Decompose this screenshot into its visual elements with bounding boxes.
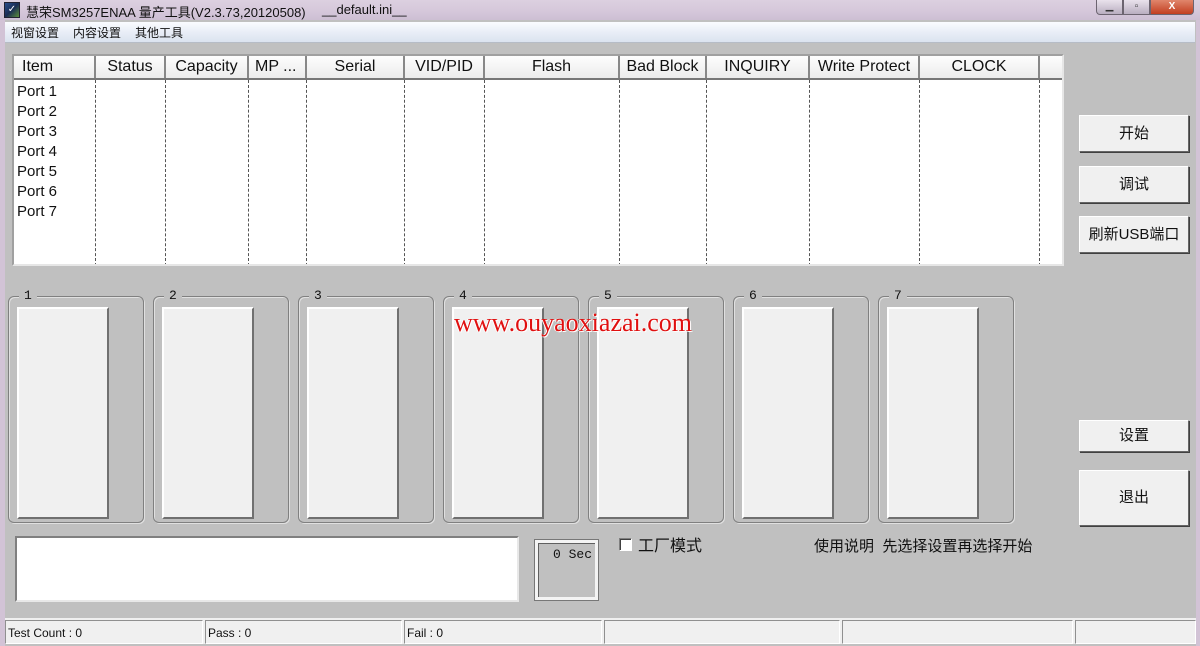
window-frame-left: [0, 20, 5, 646]
close-button[interactable]: X: [1150, 0, 1194, 15]
port-group-7: 7: [878, 288, 1014, 523]
column-header-capacity[interactable]: Capacity: [166, 56, 249, 78]
app-icon: ✓: [4, 2, 20, 18]
title-bar: ✓ 慧荣SM3257ENAA 量产工具(V2.3.73,20120508) __…: [0, 0, 1200, 20]
debug-button[interactable]: 调试: [1079, 166, 1189, 203]
list-header: Item Status Capacity MP ... Serial VID/P…: [14, 56, 1062, 80]
minimize-icon: ▁: [1105, 1, 1114, 12]
grid-line: [306, 80, 307, 264]
port-group-3: 3: [298, 288, 434, 523]
column-header-write-protect[interactable]: Write Protect: [810, 56, 920, 78]
port-status-panel: [162, 307, 254, 519]
list-row-port-5[interactable]: Port 5: [17, 162, 57, 182]
exit-button[interactable]: 退出: [1079, 470, 1189, 526]
grid-line: [919, 80, 920, 264]
grid-line: [95, 80, 96, 264]
column-header-status[interactable]: Status: [96, 56, 166, 78]
window-frame-right: [1196, 20, 1200, 646]
column-header-clock[interactable]: CLOCK: [920, 56, 1040, 78]
list-row-port-7[interactable]: Port 7: [17, 202, 57, 222]
status-cell-4: [604, 620, 840, 644]
port-group-6: 6: [733, 288, 869, 523]
elapsed-timer: 0 Sec: [534, 539, 599, 601]
column-header-flash[interactable]: Flash: [485, 56, 620, 78]
menu-bar: 视窗设置 内容设置 其他工具: [5, 22, 1195, 43]
grid-line: [165, 80, 166, 264]
port-label: 3: [309, 288, 327, 304]
grid-line: [1039, 80, 1040, 264]
status-pass: Pass : 0: [205, 620, 402, 644]
menu-view-settings[interactable]: 视窗设置: [11, 24, 59, 41]
column-header-filler: [1040, 56, 1062, 78]
status-test-count: Test Count : 0: [5, 620, 203, 644]
status-fail: Fail : 0: [404, 620, 602, 644]
port-status-panel: [742, 307, 834, 519]
close-icon: X: [1168, 1, 1176, 12]
maximize-button[interactable]: ▫: [1123, 0, 1150, 15]
factory-mode-option[interactable]: 工厂模式: [619, 532, 702, 556]
status-cell-5: [842, 620, 1073, 644]
factory-mode-checkbox[interactable]: [619, 537, 632, 551]
column-header-bad-block[interactable]: Bad Block: [620, 56, 707, 78]
log-output-box[interactable]: [15, 536, 519, 602]
list-row-port-4[interactable]: Port 4: [17, 142, 57, 162]
watermark-text: www.ouyaoxiazai.com: [454, 308, 693, 337]
menu-content-settings[interactable]: 内容设置: [73, 24, 121, 41]
port-list-view[interactable]: Item Status Capacity MP ... Serial VID/P…: [12, 54, 1064, 266]
port-status-panel: [307, 307, 399, 519]
column-header-item[interactable]: Item: [14, 56, 96, 78]
column-header-vid-pid[interactable]: VID/PID: [405, 56, 485, 78]
window-title: 慧荣SM3257ENAA 量产工具(V2.3.73,20120508): [26, 5, 306, 20]
port-status-panel: [597, 307, 689, 519]
grid-line: [809, 80, 810, 264]
maximize-icon: ▫: [1134, 1, 1139, 12]
usage-instructions: 使用说明 先选择设置再选择开始: [814, 538, 1033, 555]
port-status-panel: [887, 307, 979, 519]
column-header-mp[interactable]: MP ...: [249, 56, 307, 78]
menu-other-tools[interactable]: 其他工具: [135, 24, 183, 41]
list-row-port-6[interactable]: Port 6: [17, 182, 57, 202]
grid-line: [248, 80, 249, 264]
port-status-panel: [17, 307, 109, 519]
factory-mode-label[interactable]: 工厂模式: [638, 532, 702, 556]
config-file-name: __default.ini__: [322, 2, 407, 17]
grid-line: [484, 80, 485, 264]
port-group-2: 2: [153, 288, 289, 523]
column-header-serial[interactable]: Serial: [307, 56, 405, 78]
start-button[interactable]: 开始: [1079, 115, 1189, 152]
port-group-1: 1: [8, 288, 144, 523]
refresh-usb-button[interactable]: 刷新USB端口: [1079, 216, 1189, 253]
list-row-port-1[interactable]: Port 1: [17, 82, 57, 102]
grid-line: [706, 80, 707, 264]
window-controls: ▁ ▫ X: [1096, 0, 1194, 16]
status-bar: Test Count : 0 Pass : 0 Fail : 0: [5, 618, 1196, 644]
list-body: Port 1 Port 2 Port 3 Port 4 Port 5 Port …: [14, 80, 1062, 264]
settings-button[interactable]: 设置: [1079, 420, 1189, 452]
grid-line: [404, 80, 405, 264]
port-label: 2: [164, 288, 182, 304]
list-row-port-2[interactable]: Port 2: [17, 102, 57, 122]
status-cell-6: [1075, 620, 1196, 644]
port-label: 1: [19, 288, 37, 304]
port-status-panel: [452, 307, 544, 519]
column-header-inquiry[interactable]: INQUIRY: [707, 56, 810, 78]
grid-line: [619, 80, 620, 264]
port-label: 4: [454, 288, 472, 304]
port-label: 6: [744, 288, 762, 304]
list-row-port-3[interactable]: Port 3: [17, 122, 57, 142]
port-label: 7: [889, 288, 907, 304]
minimize-button[interactable]: ▁: [1096, 0, 1123, 15]
port-label: 5: [599, 288, 617, 304]
